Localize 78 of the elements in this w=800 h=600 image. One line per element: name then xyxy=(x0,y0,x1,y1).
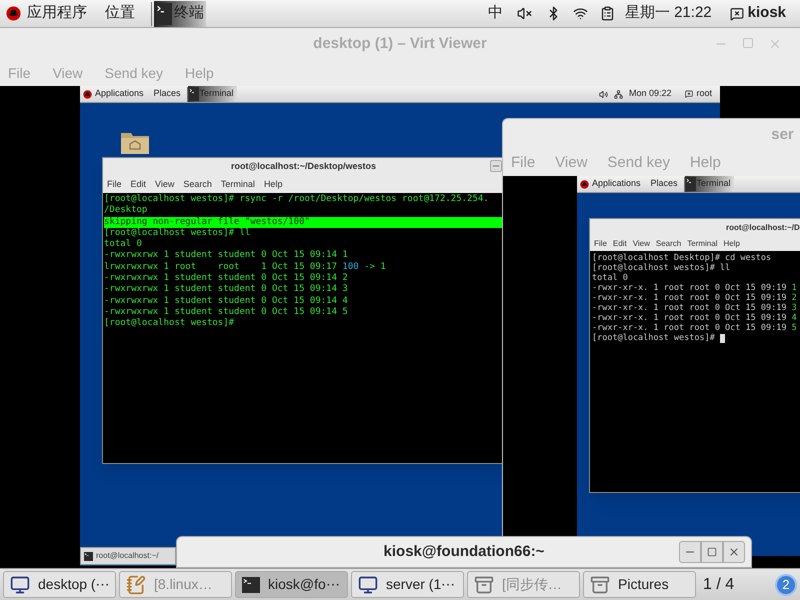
terminal-line: /Desktop xyxy=(104,205,148,217)
terminal-line: -rwxr-xr-x. 1 root root 0 Oct 15 09:19 2 xyxy=(592,293,797,303)
panel-user-name[interactable]: kiosk xyxy=(748,2,786,25)
terminal-line: -rwxrwxrwx 1 student student 0 Oct 15 09:14 4 xyxy=(104,296,348,307)
terminal-line: [root@localhost westos]# rsync -r /root/Desktop/westos root@172.25.254. xyxy=(104,194,489,205)
terminal-line: -rwxr-xr-x. 1 root root 0 Oct 15 09:19 4 xyxy=(592,313,797,323)
terminal-line: -rwxr-xr-x. 1 root root 0 Oct 15 09:19 3 xyxy=(592,303,797,313)
panel-menu[interactable]: Applications xyxy=(95,87,144,101)
panel-task-button[interactable]: 终端 xyxy=(154,0,206,26)
minimize-button[interactable] xyxy=(490,160,502,172)
window-title: ser xyxy=(771,124,794,145)
menu-item[interactable]: Edit xyxy=(130,178,146,192)
monitor-icon xyxy=(358,574,378,594)
workspace-indicator[interactable]: 1 / 4 xyxy=(703,572,734,596)
volume-muted-icon[interactable] xyxy=(516,6,532,21)
cabinet-icon xyxy=(474,574,494,594)
wifi-icon[interactable] xyxy=(572,6,588,21)
menu-item[interactable]: Help xyxy=(264,178,282,192)
window-title: root@localhost:~/D xyxy=(726,222,800,234)
terminal-line: total 0 xyxy=(104,239,142,250)
network-icon[interactable] xyxy=(614,90,623,98)
window-title: desktop (1) – Virt Viewer xyxy=(313,34,487,54)
terminal-line: total 0 xyxy=(592,273,628,283)
terminal-line: -rwxrwxrwx 1 student student 0 Oct 15 09:14 2 xyxy=(104,273,348,284)
terminal-thumbnail-icon xyxy=(188,87,199,101)
user-icon[interactable] xyxy=(685,90,694,98)
terminal-thumbnail-icon xyxy=(84,552,93,560)
volume-icon[interactable] xyxy=(598,90,608,98)
terminal-line: lrwxrwxrwx 1 root root 1 Oct 15 09:17 100 -> 1 xyxy=(104,262,386,273)
panel-menu[interactable]: Places xyxy=(650,177,678,191)
menu-item[interactable]: Terminal xyxy=(687,238,718,250)
terminal-line: [root@localhost westos]# xyxy=(592,333,716,343)
terminal-line: [root@localhost Desktop]# cd westos xyxy=(592,253,772,263)
menu-item[interactable]: File xyxy=(107,178,122,192)
menu-item[interactable]: Search xyxy=(183,178,212,192)
panel-menu[interactable]: Places xyxy=(154,87,181,101)
menu-item[interactable]: File xyxy=(594,238,607,250)
panel-menu[interactable]: 应用程序 xyxy=(27,2,87,25)
menu-item[interactable]: Terminal xyxy=(220,178,255,192)
terminal-thumbnail-icon xyxy=(242,576,260,592)
guest-taskbar-item[interactable]: root@localhost:~/ xyxy=(80,547,176,565)
terminal-line: [root@localhost westos]# xyxy=(104,318,234,330)
user-icon[interactable] xyxy=(730,6,744,20)
taskbar-item[interactable]: kiosk@fo⋯ xyxy=(235,571,348,598)
terminal-line: [root@localhost westos]# ll xyxy=(104,228,250,239)
window-title: root@localhost:~/Desktop/westos xyxy=(230,160,376,174)
input-method-indicator[interactable]: 中 xyxy=(488,2,503,25)
menu-item[interactable]: Search xyxy=(656,238,682,250)
taskbar-item[interactable]: Pictures xyxy=(583,571,696,598)
menu-item[interactable]: Help xyxy=(723,238,740,250)
panel-menu[interactable]: 位置 xyxy=(105,2,135,25)
panel-menu[interactable]: Applications xyxy=(592,177,641,191)
terminal-line: -rwxr-xr-x. 1 root root 0 Oct 15 09:19 5 xyxy=(592,323,797,333)
redhat-logo-icon xyxy=(83,90,92,98)
panel-clock[interactable]: Mon 09:22 xyxy=(628,87,672,101)
taskbar-item[interactable]: server (1⋯ xyxy=(351,571,464,598)
window-title: kiosk@foundation66:~ xyxy=(384,542,544,562)
terminal-line: [root@localhost westos]# ll xyxy=(592,263,730,273)
taskbar-item[interactable]: desktop (⋯ xyxy=(3,571,116,598)
close-button[interactable] xyxy=(723,541,745,563)
notepad-icon xyxy=(126,574,146,594)
redhat-logo-icon xyxy=(580,180,589,188)
terminal-line: -rwxrwxrwx 1 student student 0 Oct 15 09:14 5 xyxy=(104,306,348,318)
terminal-thumbnail-icon xyxy=(686,177,696,191)
notification-badge[interactable]: 2 xyxy=(775,574,797,596)
menu-item[interactable]: View xyxy=(632,238,650,250)
panel-clock[interactable]: 星期一 21:22 xyxy=(624,2,712,25)
cabinet-icon xyxy=(590,574,610,594)
terminal-line: -rwxrwxrwx 1 student student 0 Oct 15 09:14 1 xyxy=(104,250,348,262)
terminal-line: -rwxr-xr-x. 1 root root 0 Oct 15 09:19 1 xyxy=(592,283,797,293)
redhat-logo-icon xyxy=(6,6,21,21)
menu-item[interactable]: Edit xyxy=(612,238,627,250)
terminal-line: -rwxrwxrwx 1 student student 0 Oct 15 09:14 3 xyxy=(104,284,348,296)
maximize-button[interactable] xyxy=(701,541,723,563)
terminal-thumbnail-icon xyxy=(156,2,172,24)
monitor-icon xyxy=(10,574,30,594)
menu-item[interactable]: View xyxy=(155,178,174,192)
panel-user-name[interactable]: root xyxy=(696,87,712,101)
